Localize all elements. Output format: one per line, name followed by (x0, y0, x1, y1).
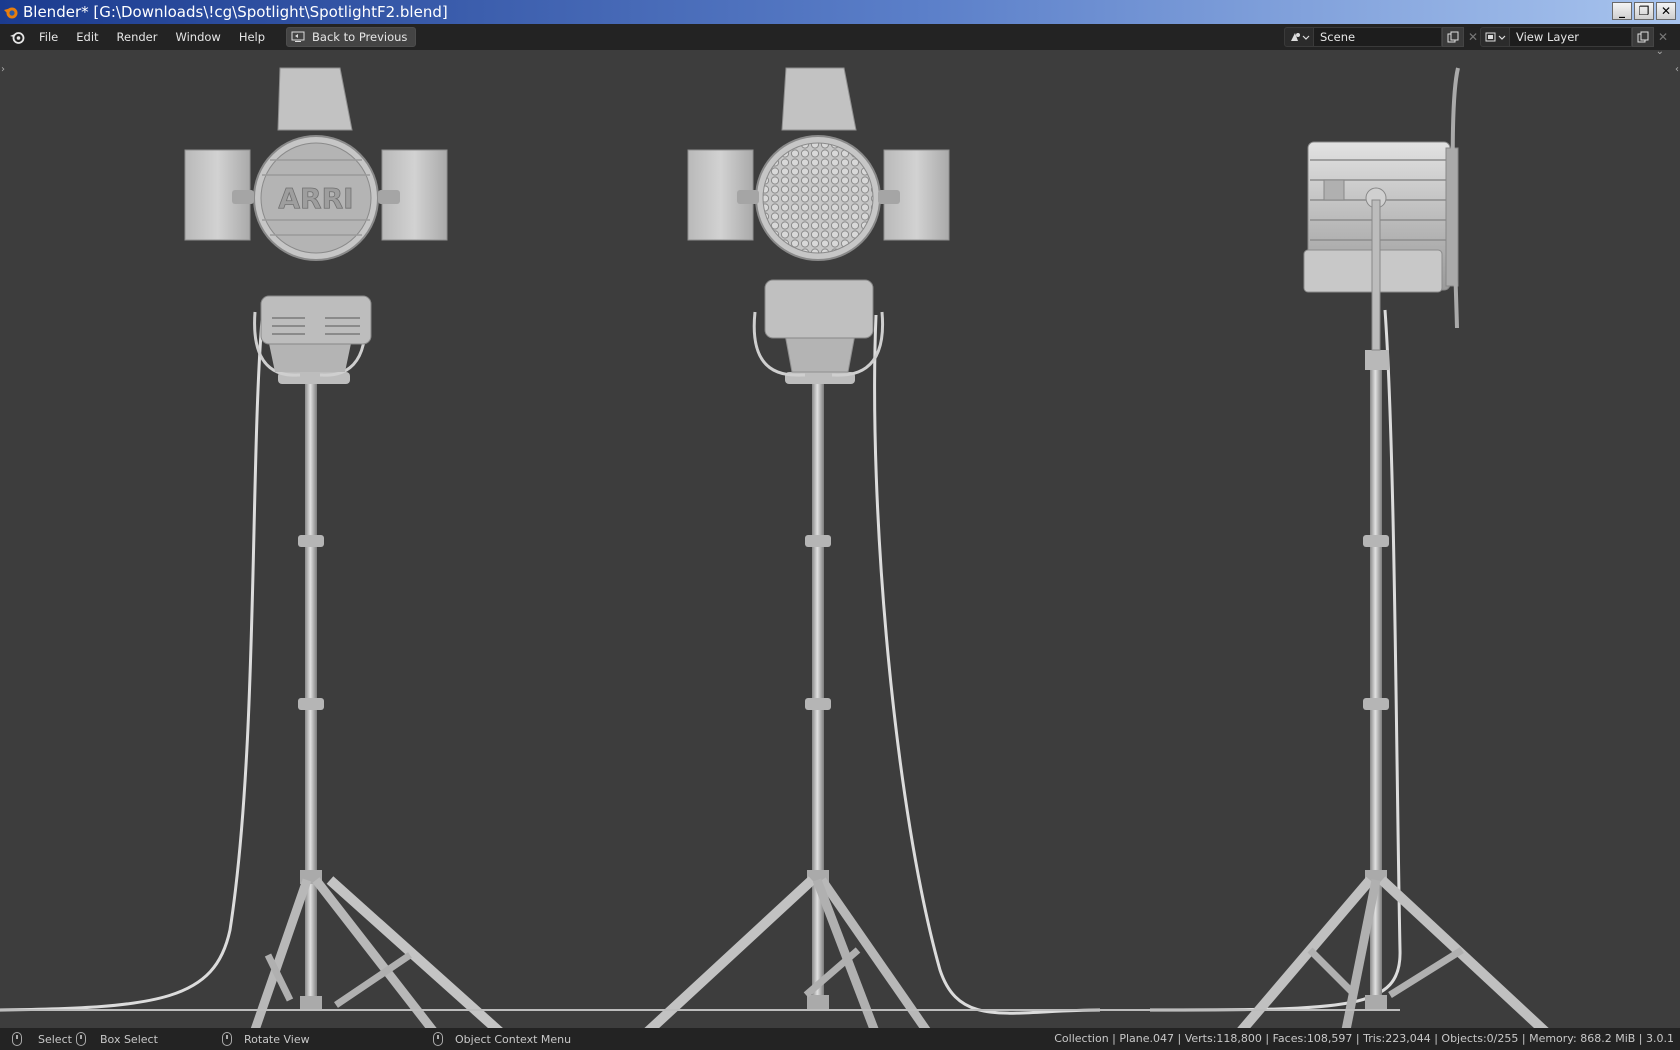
hint-select: Select (12, 1028, 72, 1050)
scene-copy-icon[interactable] (1442, 27, 1464, 47)
menu-window[interactable]: Window (166, 24, 229, 50)
blender-app-icon (4, 7, 18, 19)
scene-icon[interactable] (1284, 27, 1314, 47)
scene-selector[interactable]: Scene ✕ (1284, 27, 1482, 47)
mouse-left-icon (12, 1032, 22, 1046)
mouse-middle-icon (222, 1032, 232, 1046)
minimize-button[interactable]: _ (1612, 2, 1632, 20)
arri-logo-text: ARRI (278, 182, 353, 215)
mouse-drag-icon (76, 1032, 86, 1046)
mouse-right-icon (433, 1032, 443, 1046)
back-to-previous-label: Back to Previous (312, 30, 408, 44)
back-to-previous-button[interactable]: Back to Previous (286, 27, 417, 47)
close-button[interactable]: ✕ (1656, 2, 1676, 20)
lamp-side-view[interactable] (1149, 67, 1565, 1028)
top-menubar: File Edit Render Window Help Back to Pre… (0, 24, 1680, 50)
window-title-bar[interactable]: Blender* [G:\Downloads\!cg\Spotlight\Spo… (0, 0, 1680, 24)
3d-viewport[interactable]: › ‹ ⌄ ARRI (0, 50, 1680, 1028)
hint-rotate-view: Rotate View (222, 1028, 310, 1050)
hint-box-select-label: Box Select (100, 1032, 158, 1046)
view-layer-remove-icon[interactable]: ✕ (1654, 27, 1672, 47)
view-layer-selector[interactable]: View Layer ✕ (1480, 27, 1672, 47)
hint-rotate-view-label: Rotate View (244, 1032, 310, 1046)
menu-help[interactable]: Help (230, 24, 274, 50)
view-layer-icon[interactable] (1480, 27, 1510, 47)
scene-statistics: Collection | Plane.047 | Verts:118,800 |… (1054, 1032, 1674, 1045)
blender-logo-icon[interactable] (4, 24, 30, 50)
menu-render[interactable]: Render (108, 24, 167, 50)
scene-render: ARRI (0, 67, 1565, 1028)
view-layer-copy-icon[interactable] (1632, 27, 1654, 47)
scene-name-field[interactable]: Scene (1314, 27, 1442, 47)
hint-select-label: Select (38, 1032, 72, 1046)
restore-button[interactable]: ❐ (1634, 2, 1654, 20)
lamp-front-arri[interactable]: ARRI (0, 67, 520, 1028)
hint-object-context-menu-label: Object Context Menu (455, 1032, 572, 1046)
lamp-front-fresnel[interactable] (628, 67, 1101, 1028)
hint-box-select: Box Select (76, 1028, 158, 1050)
status-bar: Select Box Select Rotate View Object Con… (0, 1028, 1680, 1050)
window-title: Blender* [G:\Downloads\!cg\Spotlight\Spo… (23, 3, 448, 21)
menu-file[interactable]: File (30, 24, 67, 50)
screen-back-icon (291, 31, 305, 42)
view-layer-name-field[interactable]: View Layer (1510, 27, 1632, 47)
menu-edit[interactable]: Edit (67, 24, 107, 50)
hint-object-context-menu: Object Context Menu (433, 1028, 571, 1050)
